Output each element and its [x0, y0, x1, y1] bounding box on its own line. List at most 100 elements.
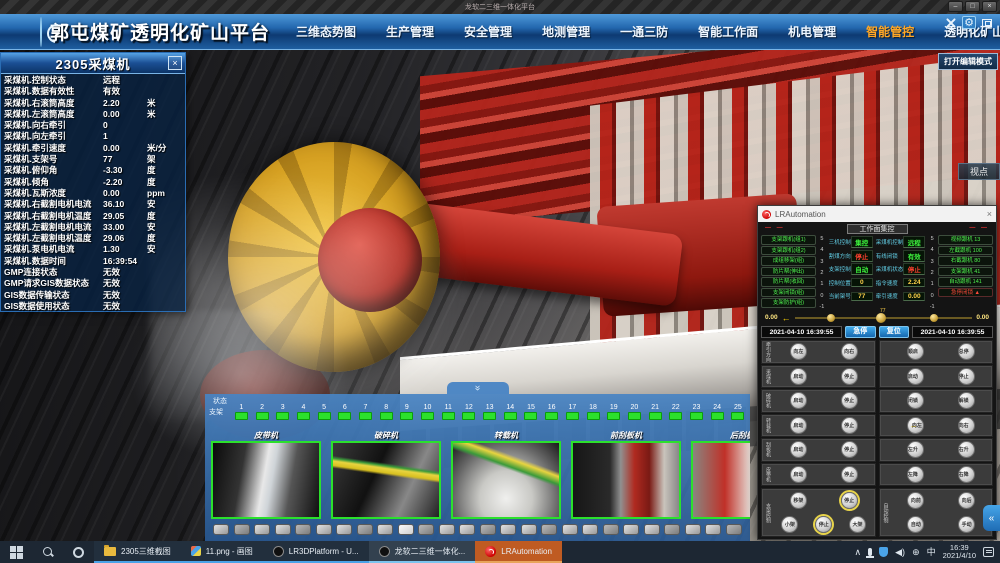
function-button[interactable]: 左截跟机 100: [938, 246, 993, 256]
microphone-icon[interactable]: [868, 548, 872, 556]
support-status-cell[interactable]: 9: [397, 404, 418, 420]
camera-pager-item[interactable]: [234, 524, 250, 535]
function-button[interactable]: 自动跟机 141: [938, 277, 993, 287]
round-control-button[interactable]: 启动: [790, 441, 807, 458]
nav-item[interactable]: 三维态势图: [296, 23, 356, 40]
round-control-button[interactable]: 启动: [790, 417, 807, 434]
round-control-button[interactable]: 左升: [907, 441, 924, 458]
round-control-button[interactable]: 总停: [958, 343, 975, 360]
camera-pager-item[interactable]: [439, 524, 455, 535]
camera-pager-item[interactable]: [480, 524, 496, 535]
support-status-cell[interactable]: 12: [459, 404, 480, 420]
camera-pager-item[interactable]: [398, 524, 414, 535]
round-control-button[interactable]: 停止: [841, 368, 858, 385]
minimize-button[interactable]: –: [948, 1, 963, 12]
nav-item[interactable]: 生产管理: [386, 23, 434, 40]
camera-pager-item[interactable]: [644, 524, 660, 535]
position-slider[interactable]: 77: [795, 313, 973, 323]
camera-pager-item[interactable]: [685, 524, 701, 535]
camera-pager-item[interactable]: [562, 524, 578, 535]
tools-icon[interactable]: [944, 16, 958, 29]
camera-thumbnail[interactable]: [451, 441, 561, 519]
camera-thumbnail[interactable]: [211, 441, 321, 519]
support-status-cell[interactable]: 3: [272, 404, 293, 420]
round-control-button[interactable]: 启动: [790, 392, 807, 409]
round-control-button[interactable]: 向前: [907, 492, 924, 509]
nav-item[interactable]: 一通三防: [620, 23, 668, 40]
nav-item[interactable]: 安全管理: [464, 23, 512, 40]
camera-pager-item[interactable]: [623, 524, 639, 535]
start-button[interactable]: [0, 541, 33, 563]
camera-pager-item[interactable]: [357, 524, 373, 535]
camera-thumbnail[interactable]: [691, 441, 750, 519]
round-control-button[interactable]: 左降: [907, 466, 924, 483]
camera-pager-item[interactable]: [726, 524, 742, 535]
camera-pager-item[interactable]: [254, 524, 270, 535]
function-button[interactable]: 防片帮(收回): [761, 277, 816, 287]
maximize-button[interactable]: □: [965, 1, 980, 12]
round-control-button[interactable]: 停止: [958, 368, 975, 385]
taskbar-app-button[interactable]: LR3DPlatform - U...: [263, 541, 369, 563]
function-button[interactable]: 急停闭锁 ▲: [938, 288, 993, 298]
support-status-cell[interactable]: 22: [665, 404, 686, 420]
round-control-button[interactable]: 停止: [841, 417, 858, 434]
ime-indicator[interactable]: 中: [927, 547, 936, 557]
function-button[interactable]: 支架跟机(组1): [761, 235, 816, 245]
support-status-cell[interactable]: 10: [417, 404, 438, 420]
round-control-button[interactable]: 启动: [790, 368, 807, 385]
support-status-cell[interactable]: 25: [728, 404, 749, 420]
fullscreen-icon[interactable]: [980, 16, 994, 29]
round-control-button[interactable]: 右降: [958, 466, 975, 483]
camera-pager-item[interactable]: [213, 524, 229, 535]
round-control-button[interactable]: ←向左: [907, 417, 924, 434]
tray-chevron-icon[interactable]: ∧: [855, 547, 862, 557]
camera-pager-item[interactable]: [541, 524, 557, 535]
support-status-cell[interactable]: 19: [603, 404, 624, 420]
taskbar-app-button[interactable]: LRAutomation: [475, 541, 562, 563]
support-status-cell[interactable]: 15: [521, 404, 542, 420]
round-control-button[interactable]: 停止: [841, 441, 858, 458]
function-button[interactable]: 防片帮(伸出): [761, 267, 816, 277]
security-shield-icon[interactable]: [879, 547, 888, 557]
round-control-button[interactable]: 停止: [841, 392, 858, 409]
open-edit-mode-button[interactable]: 打开编辑模式: [938, 53, 998, 70]
support-status-cell[interactable]: 13: [479, 404, 500, 420]
support-status-cell[interactable]: 21: [645, 404, 666, 420]
taskbar-app-button[interactable]: 龙软二三维一体化...: [369, 541, 476, 563]
support-status-cell[interactable]: 16: [541, 404, 562, 420]
function-button[interactable]: 右截跟机 80: [938, 256, 993, 266]
camera-pager-item[interactable]: [603, 524, 619, 535]
camera-pager-item[interactable]: [418, 524, 434, 535]
camera-pager-item[interactable]: [459, 524, 475, 535]
cortana-button[interactable]: [63, 541, 94, 563]
support-status-cell[interactable]: 2: [252, 404, 273, 420]
support-status-cell[interactable]: 6: [334, 404, 355, 420]
round-control-button[interactable]: 自动: [907, 516, 924, 533]
support-status-cell[interactable]: 11: [438, 404, 459, 420]
function-button[interactable]: 成组移架(组): [761, 256, 816, 266]
round-control-button[interactable]: 右升: [958, 441, 975, 458]
round-control-button[interactable]: 停止: [841, 492, 858, 509]
taskbar-app-button[interactable]: 11.png - 画图: [181, 541, 263, 563]
function-button[interactable]: 支架跟机 41: [938, 267, 993, 277]
support-status-cell[interactable]: 4: [293, 404, 314, 420]
close-button[interactable]: ×: [982, 1, 997, 12]
viewpoint-tab[interactable]: 视点: [958, 163, 1000, 180]
camera-pager-item[interactable]: [664, 524, 680, 535]
function-button[interactable]: 支架闭锁(组): [761, 288, 816, 298]
round-control-button[interactable]: 停止: [841, 466, 858, 483]
camera-thumbnail[interactable]: [571, 441, 681, 519]
camera-thumbnail[interactable]: [331, 441, 441, 519]
round-control-button[interactable]: 顺启: [907, 343, 924, 360]
support-status-cell[interactable]: 18: [583, 404, 604, 420]
function-button[interactable]: 支架跟机(组2): [761, 246, 816, 256]
estop-button[interactable]: 急停: [845, 326, 876, 338]
close-icon[interactable]: ×: [168, 56, 182, 70]
camera-pager-item[interactable]: [521, 524, 537, 535]
nav-item[interactable]: 地测管理: [542, 23, 590, 40]
reset-button[interactable]: 复位: [879, 326, 910, 338]
nav-item[interactable]: 智能管控: [866, 23, 914, 40]
notifications-icon[interactable]: [983, 547, 994, 557]
support-status-cell[interactable]: 8: [376, 404, 397, 420]
round-control-button[interactable]: 大架: [849, 516, 866, 533]
